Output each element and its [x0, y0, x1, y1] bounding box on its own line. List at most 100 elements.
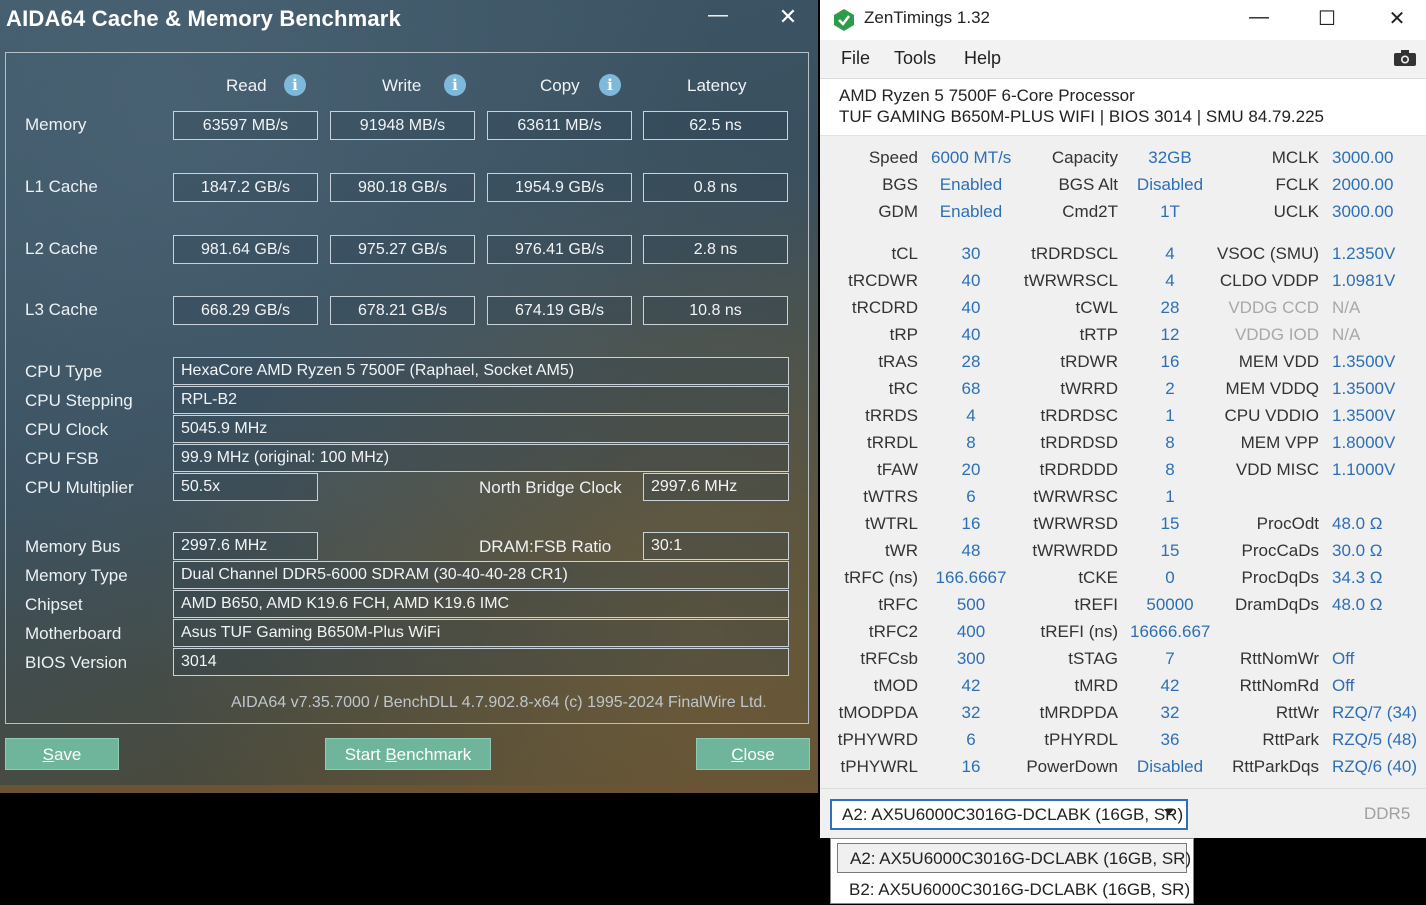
timing-value: 32GB: [1148, 148, 1192, 167]
memory-type-value: Dual Channel DDR5-6000 SDRAM (30-40-40-2…: [173, 561, 789, 589]
l3-read: 668.29 GB/s: [173, 296, 318, 325]
timing-value: 16: [1160, 352, 1180, 371]
nb-clock-value: 2997.6 MHz: [643, 473, 789, 501]
timing-label: VDDG IOD: [1234, 325, 1319, 344]
timing-value: 68: [961, 379, 981, 398]
timing-label: FCLK: [1275, 175, 1319, 194]
timing-value: 1.8000V: [1332, 433, 1396, 452]
timing-label: tSTAG: [1068, 649, 1118, 668]
timing-value: 1: [1165, 406, 1175, 425]
timing-label: tRFC2: [868, 622, 918, 641]
aida-minimize-button[interactable]: —: [706, 4, 730, 28]
timing-label: tWRRD: [1060, 379, 1118, 398]
timing-label: tWRWRSC: [1033, 487, 1118, 506]
timing-value: Disabled: [1136, 757, 1204, 776]
timing-label: tRDRDSCL: [1031, 244, 1118, 263]
save-button[interactable]: Save: [5, 738, 119, 770]
dram-ratio-value: 30:1: [643, 532, 789, 560]
timing-label: tWRWRSD: [1033, 514, 1118, 533]
module-option-a2[interactable]: A2: AX5U6000C3016G-DCLABK (16GB, SR): [837, 843, 1191, 873]
memory-write: 91948 MB/s: [330, 111, 475, 140]
timing-label: tRP: [889, 325, 918, 344]
l2-write: 975.27 GB/s: [330, 235, 475, 264]
l1-write: 980.18 GB/s: [330, 173, 475, 202]
timing-value: 42: [1160, 676, 1180, 695]
copy-info-icon[interactable]: i: [599, 74, 621, 96]
timing-value: 2000.00: [1332, 175, 1394, 194]
timing-label: tPHYWRL: [840, 757, 918, 776]
timing-label: tPHYWRD: [837, 730, 918, 749]
motherboard-label: Motherboard: [25, 624, 122, 643]
timing-label: RttNomRd: [1239, 676, 1319, 695]
timing-label: VSOC (SMU): [1217, 244, 1319, 263]
timing-value: 34.3 Ω: [1332, 568, 1383, 587]
timing-label: CPU VDDIO: [1224, 406, 1319, 425]
col-write: Write: [382, 76, 422, 95]
timing-value: 15: [1160, 514, 1180, 533]
motherboard-value: Asus TUF Gaming B650M-Plus WiFi: [173, 619, 789, 647]
timing-value: 2: [1165, 379, 1175, 398]
timing-value: 8: [1165, 460, 1175, 479]
chevron-down-icon[interactable]: [1164, 809, 1174, 815]
timing-label: Capacity: [1051, 148, 1118, 167]
timing-value: 32: [961, 703, 981, 722]
l2-latency: 2.8 ns: [643, 235, 788, 264]
timing-value: 48: [961, 541, 981, 560]
timing-value: 3000.00: [1332, 148, 1394, 167]
timing-value: 4: [1165, 271, 1175, 290]
timing-label: MEM VDDQ: [1225, 379, 1320, 398]
timing-value: 16: [961, 757, 981, 776]
timing-value: 400: [956, 622, 986, 641]
timing-label: tRCDRD: [851, 298, 918, 317]
row-label-memory: Memory: [25, 115, 87, 134]
timing-label: tRDWR: [1060, 352, 1118, 371]
timings-grid: Speed 6000 MT/s Capacity 32GB MCLK 3000.00 BGS…: [820, 0, 1426, 790]
l3-write: 678.21 GB/s: [330, 296, 475, 325]
timing-value: 0: [1165, 568, 1175, 587]
timing-label: RttPark: [1262, 730, 1319, 749]
timing-value: 1T: [1160, 202, 1180, 221]
timing-value: 1.1000V: [1332, 460, 1396, 479]
timing-value: 4: [966, 406, 976, 425]
timing-label: tWRWRDD: [1032, 541, 1118, 560]
chipset-label: Chipset: [25, 595, 83, 614]
timing-label: VDDG CCD: [1228, 298, 1319, 317]
timing-value: 3000.00: [1332, 202, 1394, 221]
timing-label: tREFI: [1074, 595, 1118, 614]
timing-value: 6000 MT/s: [931, 148, 1012, 167]
timing-label: tRFC (ns): [844, 568, 918, 587]
timing-value: 12: [1160, 325, 1180, 344]
timing-label: tRTP: [1079, 325, 1118, 344]
timing-label: RttWr: [1275, 703, 1319, 722]
read-info-icon[interactable]: i: [284, 74, 306, 96]
timing-value: 6: [966, 487, 976, 506]
col-latency: Latency: [687, 76, 747, 95]
aida-close-icon[interactable]: ✕: [776, 4, 800, 29]
timing-value: 28: [1160, 298, 1180, 317]
module-option-b2[interactable]: B2: AX5U6000C3016G-DCLABK (16GB, SR): [837, 875, 1190, 905]
aida-window-title: AIDA64 Cache & Memory Benchmark: [6, 6, 402, 31]
bios-version-value: 3014: [173, 648, 789, 676]
aida-bottom-border: [0, 785, 818, 793]
timing-label: tMRD: [1074, 676, 1118, 695]
timing-value: Off: [1332, 676, 1355, 695]
timing-label: DramDqDs: [1234, 595, 1319, 614]
timing-label: RttParkDqs: [1232, 757, 1319, 776]
timing-value: N/A: [1332, 298, 1361, 317]
timing-label: tWTRL: [865, 514, 918, 533]
start-benchmark-button[interactable]: Start Benchmark: [325, 738, 491, 770]
module-select[interactable]: A2: AX5U6000C3016G-DCLABK (16GB, SR): [830, 799, 1188, 830]
timing-value: 500: [956, 595, 986, 614]
timing-value: 40: [961, 325, 981, 344]
write-info-icon[interactable]: i: [444, 74, 466, 96]
cpu-fsb-value: 99.9 MHz (original: 100 MHz): [173, 444, 789, 472]
timing-label: tRRDL: [866, 433, 918, 452]
timing-label: ProcCaDs: [1241, 541, 1319, 560]
timing-value: 42: [961, 676, 981, 695]
close-button[interactable]: Close: [696, 738, 810, 770]
memory-type-label: Memory Type: [25, 566, 128, 585]
timing-value: 1.3500V: [1332, 352, 1396, 371]
timing-value: Enabled: [939, 175, 1003, 194]
cpu-multiplier-value: 50.5x: [173, 473, 318, 501]
l2-copy: 976.41 GB/s: [487, 235, 632, 264]
